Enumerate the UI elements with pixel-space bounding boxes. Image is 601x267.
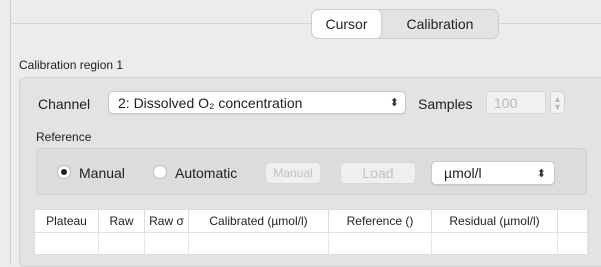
stepper-down-icon: ▼ xyxy=(553,101,562,112)
samples-label: Samples xyxy=(418,96,473,112)
calibration-region-title: Calibration region 1 xyxy=(19,58,124,72)
samples-stepper[interactable]: ▲ ▼ xyxy=(550,91,565,114)
top-divider xyxy=(10,23,601,24)
column-header-extra[interactable] xyxy=(558,210,588,232)
channel-select[interactable]: 2: Dissolved O₂ concentration ⬍ xyxy=(108,91,406,114)
calibration-table: Plateau Raw Raw σ Calibrated (µmol/l) Re… xyxy=(34,209,589,255)
tab-calibration[interactable]: Calibration xyxy=(382,10,498,38)
unit-value: µmol/l xyxy=(444,165,482,181)
view-tab-control: Cursor Calibration xyxy=(311,9,499,39)
automatic-radio-label[interactable]: Automatic xyxy=(175,165,237,181)
samples-input[interactable]: 100 xyxy=(486,91,546,114)
column-header-residual[interactable]: Residual (µmol/l) xyxy=(432,210,558,232)
column-header-plateau[interactable]: Plateau xyxy=(35,210,99,232)
unit-select[interactable]: µmol/l ⬍ xyxy=(431,161,555,185)
table-row[interactable] xyxy=(35,233,588,254)
load-button[interactable]: Load xyxy=(340,162,416,184)
manual-button[interactable]: Manual xyxy=(265,162,321,184)
table-header: Plateau Raw Raw σ Calibrated (µmol/l) Re… xyxy=(35,210,588,233)
reference-title: Reference xyxy=(36,130,92,144)
column-header-reference[interactable]: Reference () xyxy=(329,210,432,232)
up-down-chevron-icon: ⬍ xyxy=(389,97,399,109)
manual-radio[interactable] xyxy=(57,165,71,179)
automatic-radio[interactable] xyxy=(153,165,167,179)
up-down-chevron-icon: ⬍ xyxy=(536,167,546,180)
column-header-raw[interactable]: Raw xyxy=(99,210,145,232)
channel-value: 2: Dissolved O₂ concentration xyxy=(118,94,303,111)
manual-radio-label[interactable]: Manual xyxy=(79,165,125,181)
tab-cursor[interactable]: Cursor xyxy=(312,10,382,38)
window-frame xyxy=(10,0,11,265)
column-header-raw-sigma[interactable]: Raw σ xyxy=(145,210,189,232)
channel-label: Channel xyxy=(38,96,91,112)
column-header-calibrated[interactable]: Calibrated (µmol/l) xyxy=(189,210,329,232)
